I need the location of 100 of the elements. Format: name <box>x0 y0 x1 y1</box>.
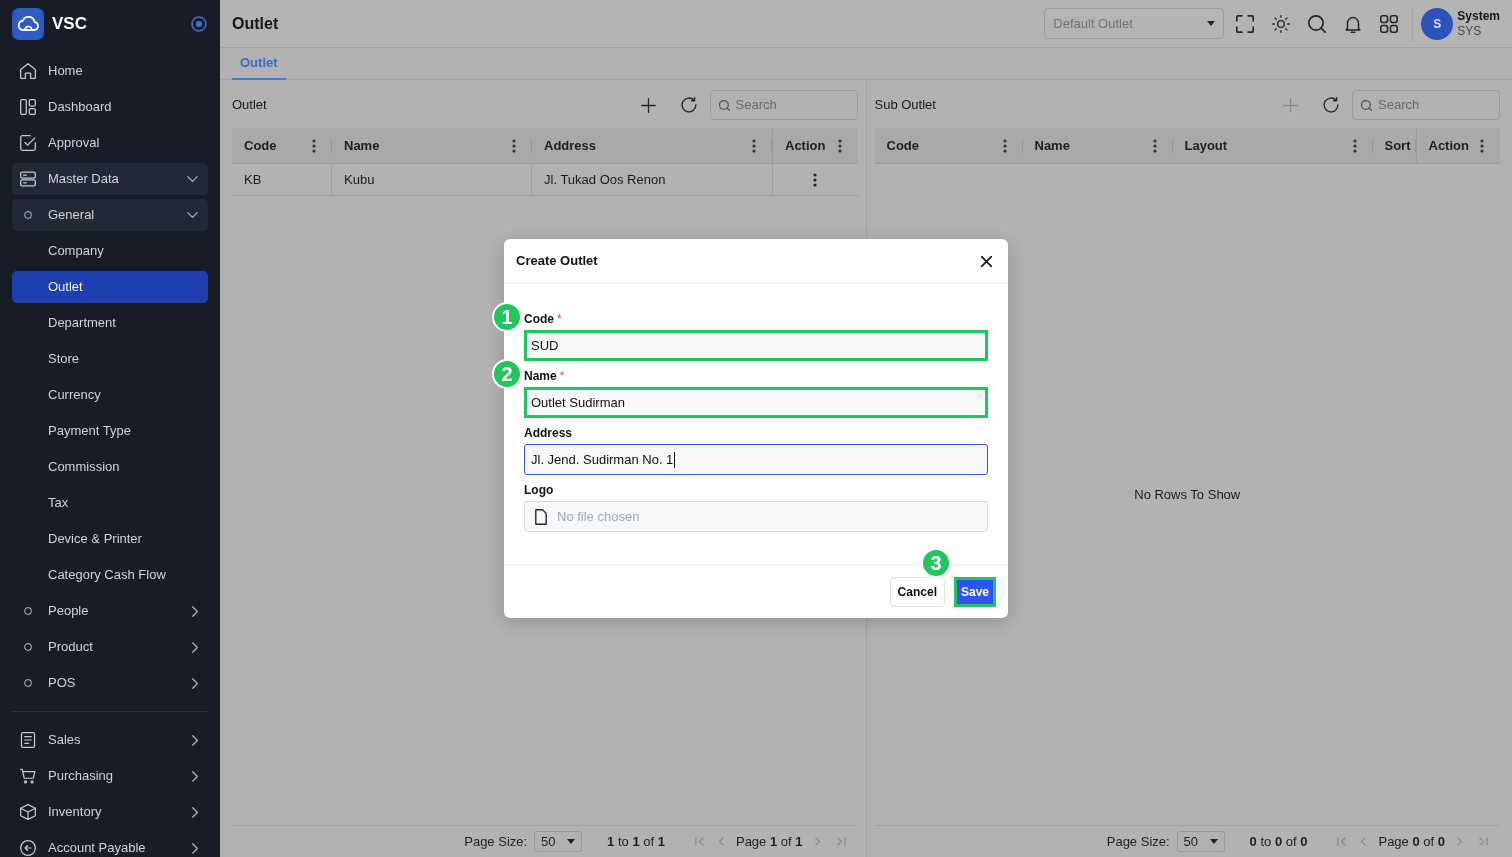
page-size-label: Page Size: <box>1106 832 1170 851</box>
arrow-circle-icon <box>20 840 36 856</box>
page-size-select[interactable]: 50 <box>534 831 583 852</box>
file-icon <box>535 508 547 525</box>
page-title: Outlet <box>232 13 279 34</box>
caret-down-icon <box>567 839 576 844</box>
sidebar-item[interactable]: People <box>12 595 208 627</box>
sidebar-item[interactable]: POS <box>12 667 208 699</box>
sidebar-item[interactable]: Product <box>12 631 208 663</box>
page-size-select[interactable]: 50 <box>1176 831 1225 852</box>
input-field[interactable]: Outlet Sudirman <box>524 387 988 418</box>
sidebar-item[interactable]: Category Cash Flow <box>12 559 208 591</box>
field-label: Logo <box>524 482 554 498</box>
cloud-logo-icon <box>12 8 44 40</box>
sidebar-item[interactable]: Currency <box>12 379 208 411</box>
house-icon <box>20 63 36 79</box>
more-icon[interactable] <box>1480 138 1484 153</box>
server-icon <box>20 171 36 187</box>
cancel-button[interactable]: Cancel <box>889 576 945 607</box>
avatar[interactable]: S <box>1421 7 1454 40</box>
text-cursor-icon <box>674 451 676 468</box>
column-header[interactable]: Sort <box>1384 135 1411 156</box>
circle-icon <box>24 643 32 651</box>
field-label: Name * <box>524 368 565 384</box>
search-icon <box>718 99 730 111</box>
sidebar-item[interactable]: Company <box>12 235 208 267</box>
sidebar-item[interactable]: Department <box>12 307 208 339</box>
step-marker: 1 <box>492 302 522 332</box>
sidebar-item[interactable]: Account Payable <box>12 832 208 857</box>
table-cell-text: Jl. Tukad Oos Renon <box>543 170 667 189</box>
more-icon[interactable] <box>752 138 756 153</box>
column-header[interactable]: Code <box>886 135 919 156</box>
fullscreen-icon[interactable] <box>1236 14 1255 33</box>
ring-dot-icon[interactable] <box>191 16 207 32</box>
sidebar-item[interactable]: Home <box>12 55 208 87</box>
sidebar-item[interactable]: Commission <box>12 451 208 483</box>
search-icon[interactable] <box>1308 14 1327 33</box>
caret-down-icon <box>1207 21 1216 26</box>
column-header[interactable]: Code <box>244 135 277 156</box>
more-icon[interactable] <box>1002 138 1007 153</box>
input-field[interactable]: SUD <box>524 330 988 361</box>
brand-name: VSC <box>52 13 87 36</box>
user-code: SYS <box>1457 23 1483 39</box>
user-name: System <box>1457 8 1500 24</box>
bell-icon[interactable] <box>1344 14 1363 33</box>
more-icon[interactable] <box>512 138 516 153</box>
dialog-title: Create Outlet <box>516 252 598 271</box>
grid-icon[interactable] <box>1380 14 1399 33</box>
caret-down-icon <box>1209 839 1218 844</box>
sidebar-item[interactable]: Purchasing <box>12 760 208 792</box>
page-indicator: Page 1 of 1 <box>735 832 803 851</box>
chevron-right-icon <box>192 605 198 617</box>
sidebar-item[interactable]: Outlet <box>12 271 208 303</box>
column-header[interactable]: Layout <box>1184 135 1228 156</box>
empty-message: No Rows To Show <box>1134 485 1241 504</box>
refresh-icon[interactable] <box>1323 97 1339 113</box>
chevron-right-icon <box>192 677 198 689</box>
more-icon[interactable] <box>1352 138 1357 153</box>
page-indicator: Page 0 of 0 <box>1378 832 1445 851</box>
step-marker: 3 <box>920 547 951 578</box>
sidebar-item[interactable]: Dashboard <box>12 91 208 123</box>
more-icon[interactable] <box>312 138 316 153</box>
chevron-down-icon <box>187 212 198 218</box>
field-label: Address <box>524 425 573 441</box>
sidebar-item[interactable]: Approval <box>12 127 208 159</box>
sidebar-item[interactable]: Master Data <box>12 163 208 195</box>
checkbox-icon <box>20 135 36 151</box>
more-icon[interactable] <box>1152 138 1157 153</box>
box-icon <box>20 804 36 820</box>
layout-icon <box>20 99 36 115</box>
close-icon[interactable] <box>981 255 992 267</box>
more-icon[interactable] <box>837 138 842 153</box>
save-button[interactable]: Save <box>953 576 996 607</box>
sidebar-item[interactable]: Device & Printer <box>12 523 208 555</box>
sun-icon[interactable] <box>1272 14 1291 33</box>
column-header[interactable]: Address <box>544 135 597 156</box>
column-header[interactable]: Action <box>1428 135 1469 156</box>
input-field[interactable]: Jl. Jend. Sudirman No. 1 <box>524 444 988 475</box>
panel-title: Sub Outlet <box>874 96 936 115</box>
document-icon <box>20 732 36 748</box>
sidebar-item[interactable]: Inventory <box>12 796 208 828</box>
sidebar-item[interactable]: Tax <box>12 487 208 519</box>
panel-title: Outlet <box>232 96 267 115</box>
sidebar-item[interactable]: General <box>12 199 208 231</box>
column-header[interactable]: Name <box>344 135 380 156</box>
search-icon <box>1361 99 1372 111</box>
sidebar-item[interactable]: Payment Type <box>12 415 208 447</box>
more-icon[interactable] <box>813 172 818 187</box>
chevron-right-icon <box>192 641 198 653</box>
table-cell: Kubu <box>332 164 532 195</box>
chevron-right-icon <box>192 770 198 782</box>
chevron-right-icon <box>192 806 198 818</box>
sidebar-item[interactable]: Store <box>12 343 208 375</box>
table-cell: KB <box>232 164 332 195</box>
chevron-down-icon <box>187 176 198 182</box>
column-header[interactable]: Name <box>1034 135 1070 156</box>
plus-icon[interactable] <box>640 97 656 113</box>
sidebar-item[interactable]: Sales <box>12 724 208 756</box>
refresh-icon[interactable] <box>680 97 697 113</box>
column-header[interactable]: Action <box>785 135 826 156</box>
